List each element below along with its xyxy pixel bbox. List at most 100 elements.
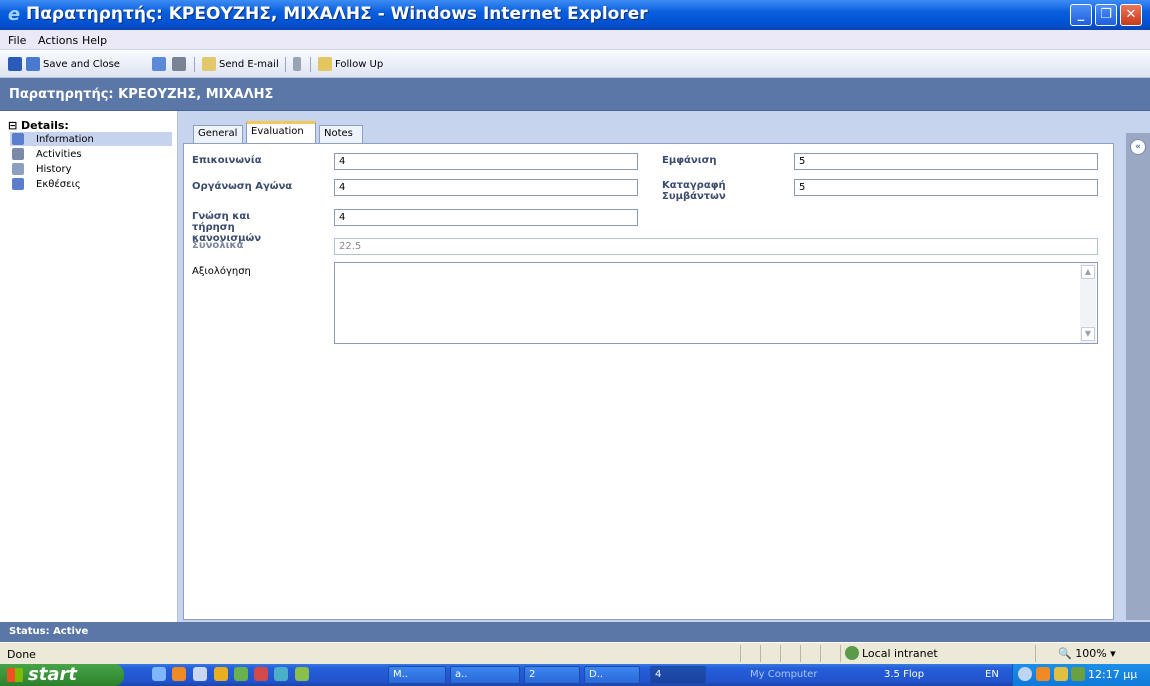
status-cell: [800, 645, 801, 662]
nav-item-information[interactable]: Information: [10, 132, 172, 146]
katagrafi-label: Καταγραφή Συμβάντων: [662, 180, 726, 202]
zoom-label: 100%: [1075, 647, 1107, 660]
tray-network-icon[interactable]: [1054, 667, 1068, 681]
left-nav: ⊟ Details: Information Activities Histor…: [0, 111, 178, 622]
evaluation-panel: Επικοινωνία 4 Εμφάνιση 5 Οργάνωση Αγώνα …: [183, 143, 1114, 620]
tray-outlook-icon[interactable]: [1036, 667, 1050, 681]
intranet-globe-icon: [845, 646, 859, 660]
organosi-label: Οργάνωση Αγώνα: [192, 181, 293, 192]
main-area: General Evaluation Notes Επικοινωνία 4 Ε…: [178, 111, 1150, 622]
window-title: Παρατηρητής: ΚΡΕΟΥΖΗΣ, ΜΙΧΑΛΗΣ - Windows…: [26, 4, 648, 24]
axiologisi-textarea[interactable]: [334, 262, 1098, 344]
reports-icon: [12, 178, 24, 190]
nav-item-activities[interactable]: Activities: [10, 147, 172, 161]
organosi-field[interactable]: 4: [334, 179, 638, 196]
app-quicklaunch-icon[interactable]: [254, 667, 268, 681]
app-quicklaunch-icon[interactable]: [234, 667, 248, 681]
menu-bar: File Actions Help: [0, 30, 1150, 50]
tray-app-icon[interactable]: [1071, 667, 1085, 681]
print-button[interactable]: [172, 55, 189, 73]
save-close-label: Save and Close: [43, 58, 120, 70]
form-title: Παρατηρητής: ΚΡΕΟΥΖΗΣ, ΜΙΧΑΛΗΣ: [9, 87, 274, 102]
task-button[interactable]: a..: [450, 666, 520, 684]
nav-item-label: Activities: [36, 148, 82, 160]
follow-up-label: Follow Up: [335, 58, 384, 70]
save-new-button[interactable]: [152, 55, 169, 73]
follow-up-button[interactable]: Follow Up: [318, 55, 383, 73]
save-button[interactable]: [8, 55, 25, 73]
tab-general[interactable]: General: [193, 125, 243, 143]
start-button[interactable]: start: [0, 664, 124, 686]
scroll-up-icon[interactable]: ▲: [1081, 265, 1095, 279]
outlook-quicklaunch-icon[interactable]: [172, 667, 186, 681]
status-cell: [760, 645, 761, 662]
menu-file[interactable]: File: [8, 34, 26, 47]
task-button[interactable]: M..: [388, 666, 446, 684]
collapse-icon[interactable]: «: [1130, 139, 1146, 155]
ie-status-text: Done: [7, 648, 36, 661]
send-email-label: Send E-mail: [219, 58, 279, 70]
nav-item-ektheseis[interactable]: Εκθέσεις: [10, 177, 172, 191]
status-cell: [780, 645, 781, 662]
save-close-button[interactable]: Save and Close: [26, 55, 120, 73]
task-button-active[interactable]: 4: [650, 666, 706, 684]
app-quicklaunch-icon[interactable]: [193, 667, 207, 681]
app-quicklaunch-icon[interactable]: [295, 667, 309, 681]
my-computer-label[interactable]: My Computer: [750, 669, 817, 680]
zone-label: Local intranet: [862, 646, 938, 660]
gnosi-field[interactable]: 4: [334, 209, 638, 226]
app-quicklaunch-icon[interactable]: [214, 667, 228, 681]
nav-item-label: Information: [36, 133, 94, 145]
minimize-button[interactable]: _: [1070, 4, 1092, 26]
save-icon: [8, 57, 22, 71]
restore-button[interactable]: ❐: [1095, 4, 1117, 26]
title-bar: e Παρατηρητής: ΚΡΕΟΥΖΗΣ, ΜΙΧΑΛΗΣ - Windo…: [0, 0, 1150, 30]
attach-button[interactable]: [293, 55, 304, 73]
close-button[interactable]: ✕: [1120, 4, 1142, 26]
status-cell: [1035, 645, 1036, 662]
nav-details-header[interactable]: ⊟ Details:: [8, 119, 69, 132]
ie-logo-icon: e: [7, 4, 21, 25]
menu-actions[interactable]: Actions: [38, 34, 78, 47]
language-indicator[interactable]: EN: [985, 669, 999, 680]
save-close-icon: [26, 57, 40, 71]
menu-help[interactable]: Help: [82, 34, 107, 47]
activities-icon: [12, 148, 24, 160]
security-zone[interactable]: Local intranet: [845, 646, 938, 660]
ie-quicklaunch-icon[interactable]: [152, 667, 166, 681]
status-cell: [820, 645, 821, 662]
start-label: start: [28, 664, 77, 685]
email-icon: [202, 57, 216, 71]
print-icon: [172, 57, 186, 71]
katagrafi-field[interactable]: 5: [794, 179, 1098, 196]
follow-up-icon: [318, 57, 332, 71]
save-new-icon: [152, 57, 166, 71]
task-button[interactable]: D..: [584, 666, 640, 684]
information-icon: [12, 133, 24, 145]
form-header: Παρατηρητής: ΚΡΕΟΥΖΗΣ, ΜΙΧΑΛΗΣ: [0, 78, 1150, 111]
toolbar-separator: [310, 57, 311, 72]
zoom-control[interactable]: 🔍 100% ▾: [1058, 647, 1116, 660]
status-cell: [840, 645, 841, 662]
scroll-down-icon[interactable]: ▼: [1081, 327, 1095, 341]
ie-status-bar: Done Local intranet 🔍 100% ▾: [0, 642, 1150, 664]
epikoinonia-label: Επικοινωνία: [192, 155, 262, 166]
send-email-button[interactable]: Send E-mail: [202, 55, 279, 73]
emfanisi-field[interactable]: 5: [794, 153, 1098, 170]
textarea-scrollbar[interactable]: ▲ ▼: [1080, 263, 1096, 343]
nav-item-history[interactable]: History: [10, 162, 172, 176]
toolbar: Save and Close Send E-mail Follow Up: [0, 51, 1150, 78]
epikoinonia-field[interactable]: 4: [334, 153, 638, 170]
task-button[interactable]: 2: [524, 666, 580, 684]
axiologisi-label: Αξιολόγηση: [192, 266, 251, 277]
toolbar-separator: [285, 57, 286, 72]
tab-evaluation[interactable]: Evaluation: [246, 121, 316, 143]
nav-item-label: History: [36, 163, 72, 175]
taskbar: start M.. a.. 2 D.. 4 My Computer 3.5 Fl…: [0, 664, 1150, 686]
status-text: Status: Active: [9, 626, 89, 637]
tray-back-icon[interactable]: [1018, 667, 1032, 681]
floppy-label[interactable]: 3.5 Flop: [884, 669, 924, 680]
history-icon: [12, 163, 24, 175]
app-quicklaunch-icon[interactable]: [274, 667, 288, 681]
tab-notes[interactable]: Notes: [319, 125, 363, 143]
